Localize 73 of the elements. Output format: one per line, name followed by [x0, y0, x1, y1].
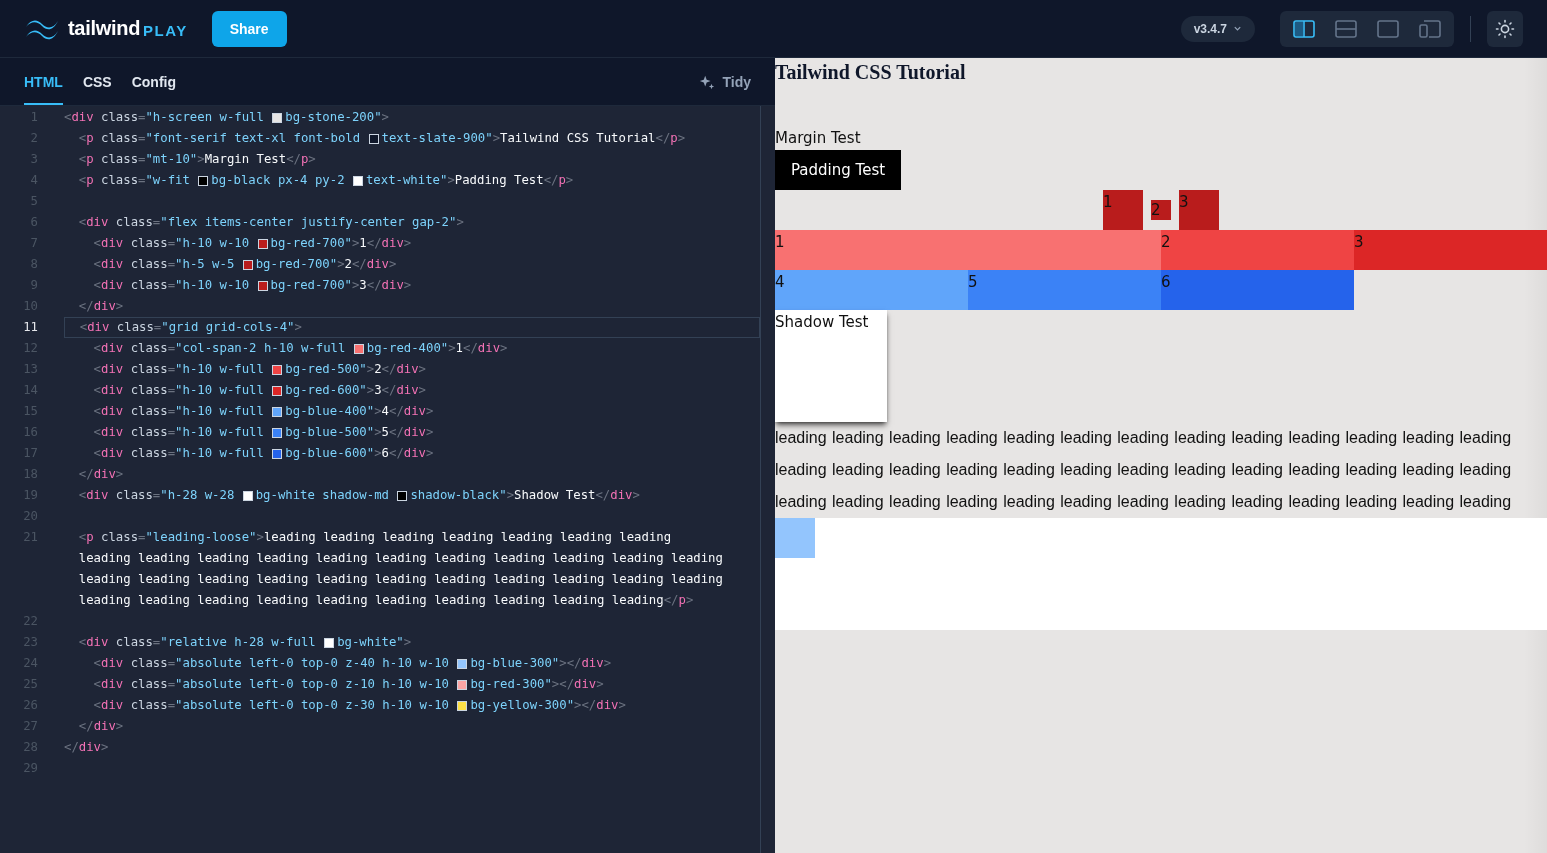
code-text: <div class="absolute left-0 top-0 z-40 h-10 w-10: [92, 655, 450, 672]
code-text: bg-red-300"></div>: [470, 676, 604, 693]
code-text: bg-red-700">2</div>: [255, 256, 397, 273]
caret-icon: [1233, 24, 1242, 33]
code-editor[interactable]: [0, 106, 775, 853]
code-text: <div class="h-screen w-full: [64, 109, 265, 126]
logo-text: tailwind: [68, 17, 141, 40]
version-dropdown[interactable]: v3.4.7: [1180, 15, 1255, 42]
code-text: bg-red-400">1</div>: [366, 340, 508, 357]
code-text: bg-black px-4 py-2: [211, 172, 346, 189]
sun-icon: [1495, 18, 1515, 39]
margin-text: Margin Test: [775, 128, 861, 149]
code-text: <div class="h-10 w-10: [92, 235, 251, 252]
code-text: <div class="h-10 w-full: [92, 361, 265, 378]
paragraph: leading leading leading leading leading leading leading leading leading leading leading leading leading leading leading leading leading leading leading leading leading leading leading leading leading leading leading leading leading leading leading leading leading leading leading leading leading leading leading: [775, 428, 1513, 512]
theme-toggle[interactable]: [1487, 10, 1523, 47]
code-text: </div>: [77, 718, 124, 735]
code-text: bg-yellow-300"></div>: [470, 697, 626, 714]
code-text: <div class="col-span-2 h-10 w-full: [92, 340, 347, 357]
code-text: <p class="leading-loose">leading leading leading leading leading leading leading: [77, 529, 672, 546]
tidy-button[interactable]: Tidy: [698, 58, 751, 105]
stacked-square: [775, 518, 815, 558]
code-text: leading leading leading leading leading leading leading leading leading leading</p>: [77, 592, 694, 609]
padded-block: Padding Test: [775, 150, 902, 190]
code-text: <div class="relative h-28 w-full: [77, 634, 317, 651]
flex-item: 2: [1151, 200, 1171, 220]
code-text: <p class="w-fit: [77, 172, 191, 189]
grid-cell: 1: [775, 230, 1161, 270]
code-text: bg-blue-400">4</div>: [285, 403, 434, 420]
code-text: </div>: [64, 739, 109, 756]
editor-tab[interactable]: Config: [131, 58, 176, 105]
code-text: <div class="h-5 w-5: [92, 256, 236, 273]
code-text: bg-blue-300"></div>: [470, 655, 612, 672]
grid-cell: 5: [968, 270, 1161, 310]
code-text: </div>: [77, 298, 124, 315]
code-text: bg-stone-200">: [285, 109, 389, 126]
code-text: <p class="font-serif text-xl font-bold: [77, 130, 362, 147]
page-title: Tailwind CSS Tutorial: [775, 60, 966, 85]
code-text: <p class="mt-10">Margin Test</p>: [77, 151, 316, 168]
logo-suffix: PLAY: [143, 21, 188, 39]
code-text: shadow-black">Shadow Test</div>: [410, 487, 640, 504]
code-text: <div class="grid grid-cols-4">: [78, 319, 302, 336]
grid-cell: 3: [1354, 230, 1547, 270]
grid-cell: 6: [1161, 270, 1354, 310]
code-text: bg-white shadow-md: [255, 487, 390, 504]
flex-item: 3: [1179, 190, 1219, 230]
code-text: <div class="flex items-center justify-center gap-2">: [77, 214, 464, 231]
code-text: bg-red-700">1</div>: [270, 235, 412, 252]
code-text: <div class="absolute left-0 top-0 z-10 h-10 w-10: [92, 676, 450, 693]
code-text: text-white">Padding Test</p>: [365, 172, 574, 189]
code-text: bg-red-600">3</div>: [285, 382, 426, 399]
code-text: <div class="absolute left-0 top-0 z-30 h-10 w-10: [92, 697, 450, 714]
editor-tab[interactable]: CSS: [82, 58, 112, 105]
code-text: <div class="h-10 w-10: [92, 277, 251, 294]
grid-cell: 2: [1161, 230, 1354, 270]
code-text: <div class="h-10 w-full: [92, 382, 265, 399]
grid-cell: 4: [775, 270, 968, 310]
code-text: <div class="h-10 w-full: [92, 403, 265, 420]
code-text: leading leading leading leading leading leading leading leading leading leading leading: [77, 571, 723, 588]
code-text: bg-blue-600">6</div>: [285, 445, 434, 462]
code-text: text-slate-900">Tailwind CSS Tutorial</p>: [381, 130, 686, 147]
line-number: 11: [22, 319, 38, 336]
code-text: bg-red-700">3</div>: [270, 277, 412, 294]
flex-item: 1: [1103, 190, 1143, 230]
code-text: <div class="h-28 w-28: [77, 487, 236, 504]
code-text: </div>: [77, 466, 124, 483]
code-text: bg-blue-500">5</div>: [285, 424, 434, 441]
code-text: <div class="h-10 w-full: [92, 424, 265, 441]
code-text: leading leading leading leading leading leading leading leading leading leading leading: [77, 550, 723, 567]
code-text: <div class="h-10 w-full: [92, 445, 265, 462]
code-text: bg-red-500">2</div>: [285, 361, 426, 378]
code-text: bg-white">: [337, 634, 412, 651]
shadow-card: Shadow Test: [775, 310, 887, 422]
